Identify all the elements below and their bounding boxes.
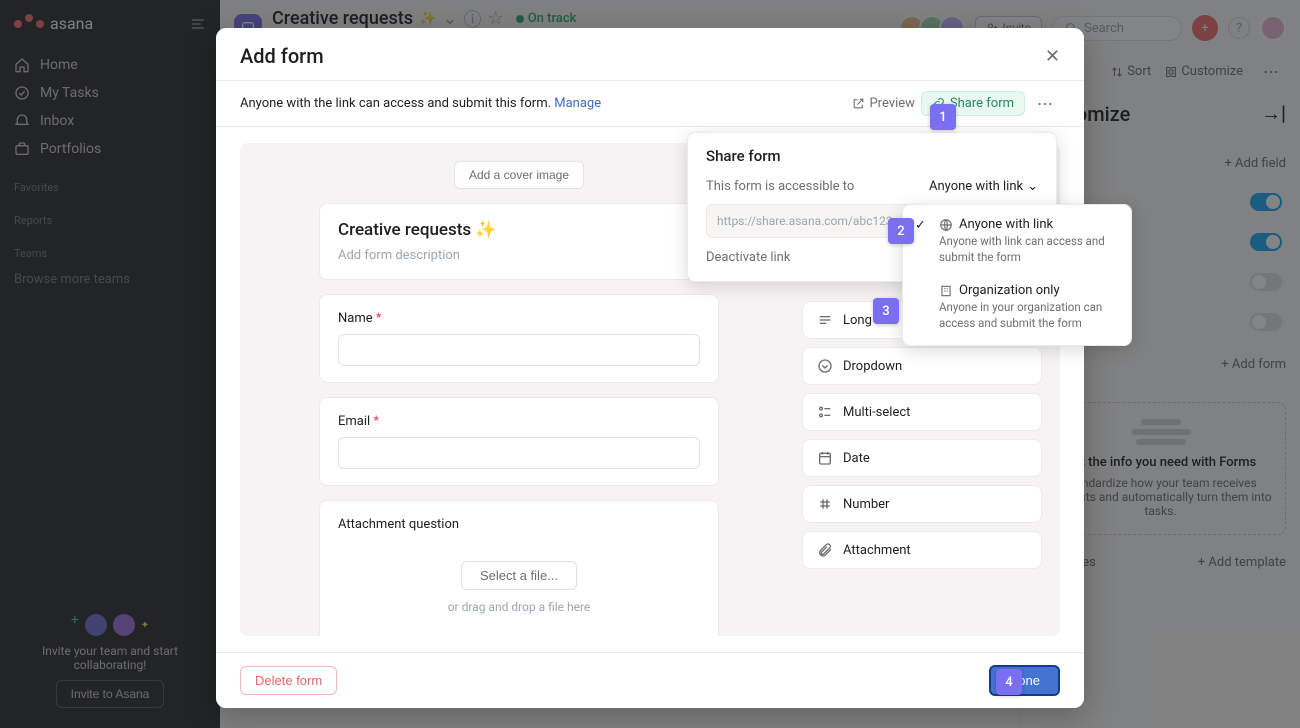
qtype-multiselect[interactable]: Multi-select <box>802 393 1042 431</box>
access-message: Anyone with the link can access and subm… <box>240 96 601 111</box>
access-options-dropdown: Anyone with link Anyone with link can ac… <box>902 204 1132 346</box>
select-file-button[interactable]: Select a file... <box>461 561 577 590</box>
globe-icon <box>939 218 953 232</box>
chevron-down-icon: ⌄ <box>1027 179 1038 194</box>
manage-link[interactable]: Manage <box>554 96 601 111</box>
qtype-date[interactable]: Date <box>802 439 1042 477</box>
preview-button[interactable]: Preview <box>852 96 914 111</box>
text-input[interactable] <box>338 334 700 366</box>
text-input[interactable] <box>338 437 700 469</box>
add-cover-image-button[interactable]: Add a cover image <box>454 161 584 189</box>
callout-marker-3: 3 <box>873 298 899 324</box>
qtype-attachment[interactable]: Attachment <box>802 531 1042 569</box>
sparkle-icon: ✨ <box>475 220 496 240</box>
drag-hint: or drag and drop a file here <box>349 600 689 614</box>
callout-marker-4: 4 <box>996 669 1022 695</box>
qtype-number[interactable]: Number <box>802 485 1042 523</box>
callout-marker-2: 2 <box>888 218 914 244</box>
question-email[interactable]: Email * <box>319 397 719 486</box>
modal-footer: Delete form Done <box>216 652 1084 708</box>
access-option-anyone[interactable]: Anyone with link Anyone with link can ac… <box>903 209 1131 275</box>
question-attachment[interactable]: Attachment question Select a file... or … <box>319 500 719 636</box>
share-popover-title: Share form <box>706 147 1038 165</box>
callout-marker-1: 1 <box>930 104 956 130</box>
delete-form-button[interactable]: Delete form <box>240 666 337 695</box>
external-link-icon <box>852 97 865 110</box>
modal-title: Add form <box>240 44 324 68</box>
access-option-organization[interactable]: Organization only Anyone in your organiz… <box>903 275 1131 341</box>
question-name[interactable]: Name * <box>319 294 719 383</box>
access-label: This form is accessible to <box>706 179 919 194</box>
close-button[interactable]: ✕ <box>1045 46 1060 67</box>
form-description-placeholder[interactable]: Add form description <box>338 248 700 263</box>
add-form-modal: Add form ✕ Anyone with the link can acce… <box>216 28 1084 708</box>
more-actions-icon[interactable]: ⋯ <box>1031 94 1060 113</box>
qtype-dropdown[interactable]: Dropdown <box>802 347 1042 385</box>
org-icon <box>939 284 953 298</box>
access-select[interactable]: Anyone with link ⌄ <box>929 179 1038 194</box>
form-header-card[interactable]: Creative requests✨ Add form description <box>319 203 719 280</box>
